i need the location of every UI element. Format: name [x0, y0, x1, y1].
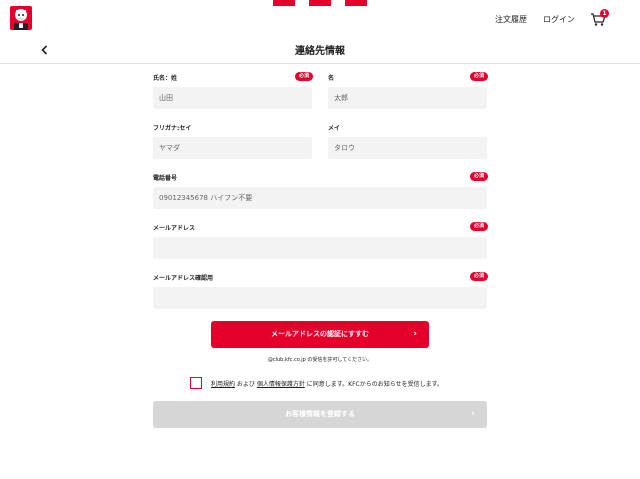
email-label: メールアドレス [153, 225, 196, 232]
email-confirm-label: メールアドレス確認用 [153, 275, 214, 282]
privacy-policy-link[interactable]: 個人情報保護方針 [257, 381, 305, 388]
first-name-input[interactable] [328, 87, 487, 109]
cart-count-badge: 1 [600, 9, 609, 18]
top-header: 注文履歴 ログイン 1 [0, 0, 640, 36]
first-name-label: 名 [328, 75, 335, 82]
title-bar: 連絡先情報 [0, 36, 640, 64]
phone-input[interactable] [153, 187, 487, 209]
required-badge: 必須 [470, 172, 488, 181]
verify-email-button-label: メールアドレスの認証にすすむ [270, 330, 370, 338]
required-badge: 必須 [470, 272, 488, 281]
brand-stripes [273, 0, 367, 6]
chevron-right-icon: › [471, 409, 475, 419]
login-link[interactable]: ログイン [543, 14, 575, 25]
agreement-and: および [235, 381, 257, 388]
phone-label: 電話番号 [153, 175, 178, 182]
verify-email-button[interactable]: メールアドレスの認証にすすむ › [211, 321, 429, 348]
register-button-label: お客様情報を登録する [285, 410, 355, 418]
last-name-input[interactable] [153, 87, 312, 109]
agreement-text: 利用規約 および 個人情報保護方針 に同意します。KFCからのお知らせを受信しま… [211, 379, 443, 388]
page-title: 連絡先情報 [295, 46, 345, 57]
kana-last-label: フリガナ:セイ [153, 125, 192, 132]
terms-link[interactable]: 利用規約 [211, 381, 235, 388]
kana-first-label: メイ [328, 125, 341, 132]
kana-first-input[interactable] [328, 137, 487, 159]
email-confirm-input[interactable] [153, 287, 487, 309]
domain-note: @club.kfc.co.jp の受信を許可してください。 [267, 357, 373, 363]
order-history-link[interactable]: 注文履歴 [495, 14, 527, 25]
required-badge: 必須 [295, 72, 313, 81]
agreement-rest: に同意します。KFCからのお知らせを受信します。 [304, 381, 444, 388]
required-badge: 必須 [470, 222, 488, 231]
chevron-right-icon: › [413, 329, 417, 339]
register-button[interactable]: お客様情報を登録する › [153, 401, 487, 428]
last-name-label: 氏名：姓 [153, 75, 178, 82]
agree-checkbox[interactable] [190, 377, 202, 389]
kfc-logo[interactable] [8, 6, 34, 30]
email-input[interactable] [153, 237, 487, 259]
required-badge: 必須 [470, 72, 488, 81]
kana-last-input[interactable] [153, 137, 312, 159]
